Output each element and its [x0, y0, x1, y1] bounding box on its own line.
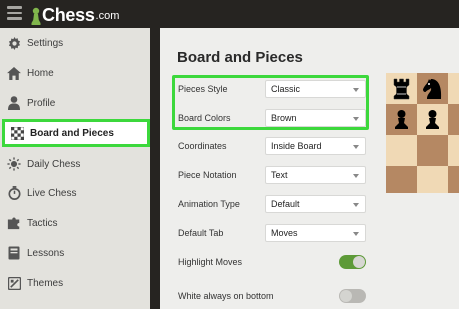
board-icon: [10, 126, 24, 140]
chevron-down-icon: [353, 145, 359, 149]
user-icon: [7, 96, 21, 110]
highlight-moves-toggle[interactable]: [339, 255, 366, 269]
sidebar-item-board-and-pieces[interactable]: Board and Pieces: [2, 119, 150, 147]
sidebar-item-label: Home: [27, 67, 54, 79]
sidebar-item-themes[interactable]: Themes: [0, 268, 150, 298]
page-title: Board and Pieces: [177, 49, 303, 66]
board-square: [386, 73, 417, 104]
hamburger-menu-icon[interactable]: [7, 6, 22, 20]
piece-notation-select[interactable]: Text: [265, 166, 366, 184]
logo-text: Chess: [42, 5, 95, 25]
sidebar-item-label: Tactics: [27, 217, 58, 229]
pawn-logo-icon: [31, 7, 41, 25]
board-square: [448, 166, 459, 193]
logo-suffix: .com: [95, 10, 120, 22]
palette-icon: [7, 276, 21, 290]
pieces-style-value: Classic: [271, 84, 301, 94]
coordinates-select[interactable]: Inside Board: [265, 137, 366, 155]
board-square: [417, 73, 448, 104]
coordinates-value: Inside Board: [271, 141, 322, 151]
chevron-down-icon: [353, 174, 359, 178]
sidebar-item-label: Settings: [27, 37, 64, 49]
chevron-down-icon: [353, 203, 359, 207]
animation-type-value: Default: [271, 199, 300, 209]
default-tab-select[interactable]: Moves: [265, 224, 366, 242]
sidebar-divider: [150, 28, 160, 309]
sidebar-item-label: Lessons: [27, 247, 65, 259]
piece-notation-label: Piece Notation: [178, 170, 237, 180]
black-pawn-icon: [395, 110, 408, 129]
sidebar-item-profile[interactable]: Profile: [0, 88, 150, 118]
sidebar-item-label: Profile: [27, 97, 56, 109]
sun-icon: [7, 157, 21, 171]
black-knight-icon: [423, 79, 442, 99]
board-settings-panel: Board and Pieces Pieces Style Classic Bo…: [160, 28, 459, 309]
chevron-down-icon: [353, 232, 359, 236]
settings-sidebar: Settings Home Profile Board and Pieces D…: [0, 28, 150, 309]
sidebar-item-lessons[interactable]: Lessons: [0, 238, 150, 268]
sidebar-item-label: Board and Pieces: [30, 127, 114, 139]
board-colors-value: Brown: [271, 113, 297, 123]
board-colors-select[interactable]: Brown: [265, 109, 366, 127]
stopwatch-icon: [7, 186, 21, 200]
sidebar-item-live-chess[interactable]: Live Chess: [0, 178, 150, 208]
board-square: [448, 73, 459, 104]
board-colors-label: Board Colors: [178, 113, 231, 123]
black-rook-icon: [393, 78, 410, 100]
sidebar-item-settings[interactable]: Settings: [0, 28, 150, 58]
board-square: [448, 135, 459, 166]
black-pawn-icon: [426, 110, 439, 129]
chevron-down-icon: [353, 88, 359, 92]
book-icon: [7, 246, 21, 260]
animation-type-select[interactable]: Default: [265, 195, 366, 213]
default-tab-value: Moves: [271, 228, 298, 238]
white-on-bottom-label: White always on bottom: [178, 291, 274, 301]
chevron-down-icon: [353, 117, 359, 121]
chess-com-logo[interactable]: Chess .com: [31, 3, 119, 25]
sidebar-item-label: Live Chess: [27, 187, 77, 199]
sidebar-item-home[interactable]: Home: [0, 58, 150, 88]
coordinates-label: Coordinates: [178, 141, 227, 151]
board-square: [386, 135, 417, 166]
board-square: [386, 166, 417, 193]
board-square: [386, 104, 417, 135]
pieces-style-label: Pieces Style: [178, 84, 228, 94]
gear-icon: [7, 36, 21, 50]
sidebar-item-label: Themes: [27, 277, 64, 289]
board-square: [448, 104, 459, 135]
sidebar-item-tactics[interactable]: Tactics: [0, 208, 150, 238]
sidebar-item-label: Daily Chess: [27, 158, 81, 170]
top-bar: Chess .com: [0, 0, 459, 28]
sidebar-item-daily-chess[interactable]: Daily Chess: [0, 149, 150, 179]
puzzle-icon: [7, 216, 21, 230]
piece-notation-value: Text: [271, 170, 288, 180]
pieces-style-select[interactable]: Classic: [265, 80, 366, 98]
white-on-bottom-toggle[interactable]: [339, 289, 366, 303]
default-tab-label: Default Tab: [178, 228, 224, 238]
board-square: [417, 104, 448, 135]
animation-type-label: Animation Type: [178, 199, 240, 209]
highlight-moves-label: Highlight Moves: [178, 257, 243, 267]
board-preview: [386, 73, 459, 193]
board-square: [417, 135, 448, 166]
board-square: [417, 166, 448, 193]
home-icon: [7, 66, 21, 80]
